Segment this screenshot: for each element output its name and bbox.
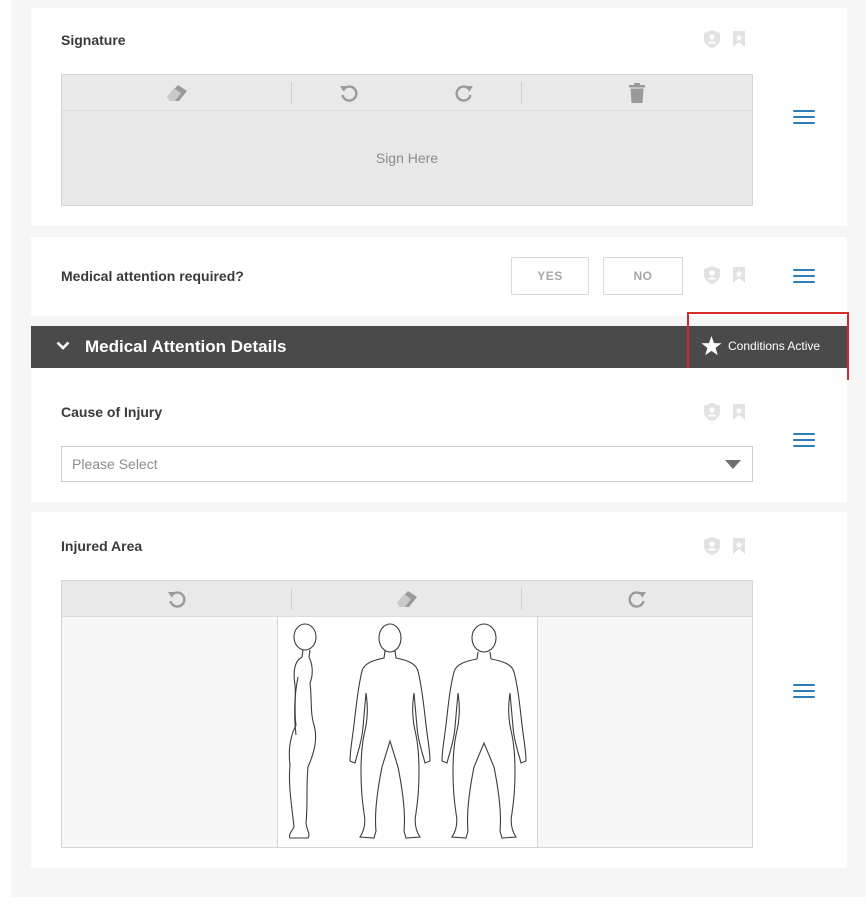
cause-of-injury-label: Cause of Injury — [61, 404, 163, 420]
section-title: Medical Attention Details — [85, 337, 287, 356]
undo-icon[interactable] — [62, 581, 291, 616]
no-button[interactable]: NO — [603, 257, 683, 295]
chevron-down-icon[interactable] — [56, 341, 70, 351]
signature-meta-icons — [704, 30, 746, 48]
body-front-view[interactable] — [349, 623, 431, 839]
dropdown-arrow-icon — [725, 460, 741, 469]
shield-user-icon[interactable] — [704, 266, 720, 284]
shield-user-icon[interactable] — [704, 403, 720, 421]
bookmark-icon[interactable] — [732, 538, 746, 554]
undo-icon[interactable] — [292, 75, 406, 110]
medical-attention-menu-button[interactable] — [793, 267, 815, 285]
body-back-view[interactable] — [441, 623, 527, 839]
signature-menu-button[interactable] — [793, 108, 815, 126]
injured-area-label: Injured Area — [61, 538, 143, 554]
shield-user-icon[interactable] — [704, 537, 720, 555]
signature-card: Signature Sign Here — [31, 8, 847, 226]
shield-user-icon[interactable] — [704, 30, 720, 48]
medical-attention-card: Medical attention required? YES NO — [31, 237, 847, 316]
select-value: Please Select — [72, 456, 158, 472]
injured-area-meta-icons — [704, 537, 746, 555]
eraser-icon[interactable] — [62, 75, 291, 110]
body-diagram-pad[interactable] — [61, 580, 753, 848]
trash-icon[interactable] — [522, 75, 752, 110]
cause-of-injury-select[interactable]: Please Select — [61, 446, 753, 482]
signature-pad[interactable]: Sign Here — [61, 74, 753, 206]
bookmark-icon[interactable] — [732, 267, 746, 283]
sign-here-placeholder: Sign Here — [375, 150, 439, 166]
injured-area-menu-button[interactable] — [793, 682, 815, 700]
body-outline-image[interactable] — [277, 617, 538, 847]
yes-button[interactable]: YES — [511, 257, 589, 295]
cause-of-injury-card: Cause of Injury Please Select — [31, 368, 847, 502]
injured-area-card: Injured Area — [31, 512, 847, 868]
cause-menu-button[interactable] — [793, 431, 815, 449]
eraser-icon[interactable] — [292, 581, 521, 616]
bookmark-icon[interactable] — [732, 404, 746, 420]
redo-icon[interactable] — [406, 75, 521, 110]
signature-label: Signature — [61, 32, 126, 48]
medical-attention-meta-icons — [704, 266, 746, 284]
signature-toolbar — [62, 75, 752, 111]
medical-attention-label: Medical attention required? — [61, 268, 244, 284]
cause-meta-icons — [704, 403, 746, 421]
body-side-view[interactable] — [288, 623, 317, 839]
body-diagram-toolbar — [62, 581, 752, 617]
bookmark-icon[interactable] — [732, 31, 746, 47]
redo-icon[interactable] — [522, 581, 752, 616]
